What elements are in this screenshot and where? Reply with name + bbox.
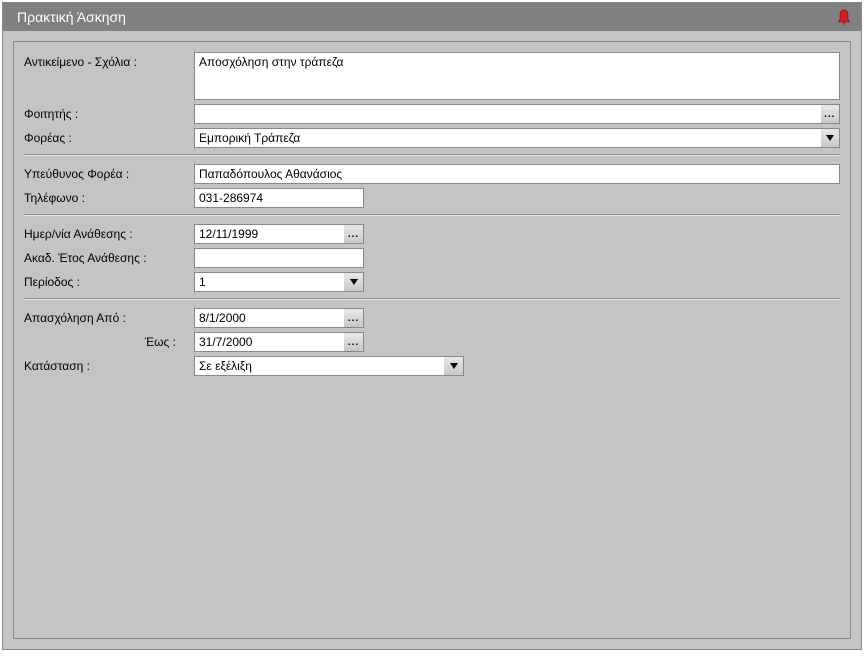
bell-notification-icon[interactable] (837, 9, 851, 25)
divider-1 (24, 154, 840, 156)
titlebar: Πρακτική Άσκηση (3, 3, 861, 31)
employ-from-input[interactable] (194, 308, 344, 328)
label-supervisor: Υπεύθυνος Φορέα : (24, 164, 194, 181)
row-employ-from: Απασχόληση Από : ... (24, 308, 840, 328)
row-organization: Φορέας : (24, 128, 840, 148)
assign-date-picker-button[interactable]: ... (344, 224, 364, 244)
row-academic-year: Ακαδ. Έτος Ανάθεσης : (24, 248, 840, 268)
employ-to-picker-button[interactable]: ... (344, 332, 364, 352)
label-organization: Φορέας : (24, 128, 194, 145)
label-student: Φοιτητής : (24, 104, 194, 121)
student-picker-button[interactable]: ... (821, 104, 840, 124)
period-select[interactable] (194, 272, 344, 292)
label-employ-from: Απασχόληση Από : (24, 308, 194, 325)
student-input[interactable] (194, 104, 821, 124)
period-dropdown-button[interactable] (344, 272, 364, 292)
divider-2 (24, 214, 840, 216)
form-panel: Αντικείμενο - Σχόλια : Φοιτητής : ... Φο… (13, 41, 851, 639)
content-area: Αντικείμενο - Σχόλια : Φοιτητής : ... Φο… (3, 31, 861, 649)
label-phone: Τηλέφωνο : (24, 188, 194, 205)
label-period: Περίοδος : (24, 272, 194, 289)
label-subject: Αντικείμενο - Σχόλια : (24, 52, 194, 69)
phone-input[interactable] (194, 188, 364, 208)
row-employ-to: Έως : ... (24, 332, 840, 352)
row-assign-date: Ημερ/νία Ανάθεσης : ... (24, 224, 840, 244)
organization-select[interactable] (194, 128, 821, 148)
employ-from-picker-button[interactable]: ... (344, 308, 364, 328)
label-academic-year: Ακαδ. Έτος Ανάθεσης : (24, 248, 194, 265)
assign-date-input[interactable] (194, 224, 344, 244)
internship-form-window: Πρακτική Άσκηση Αντικείμενο - Σχόλια : Φ… (2, 2, 862, 650)
row-student: Φοιτητής : ... (24, 104, 840, 124)
organization-dropdown-button[interactable] (821, 128, 840, 148)
label-employ-to: Έως : (24, 332, 194, 349)
employ-to-input[interactable] (194, 332, 344, 352)
divider-3 (24, 298, 840, 300)
status-dropdown-button[interactable] (444, 356, 464, 376)
label-assign-date: Ημερ/νία Ανάθεσης : (24, 224, 194, 241)
row-status: Κατάσταση : (24, 356, 840, 376)
row-phone: Τηλέφωνο : (24, 188, 840, 208)
supervisor-input[interactable] (194, 164, 840, 184)
academic-year-input[interactable] (194, 248, 364, 268)
row-supervisor: Υπεύθυνος Φορέα : (24, 164, 840, 184)
row-period: Περίοδος : (24, 272, 840, 292)
label-status: Κατάσταση : (24, 356, 194, 373)
window-title: Πρακτική Άσκηση (17, 9, 126, 25)
status-select[interactable] (194, 356, 444, 376)
row-subject: Αντικείμενο - Σχόλια : (24, 52, 840, 100)
subject-textarea[interactable] (194, 52, 840, 100)
